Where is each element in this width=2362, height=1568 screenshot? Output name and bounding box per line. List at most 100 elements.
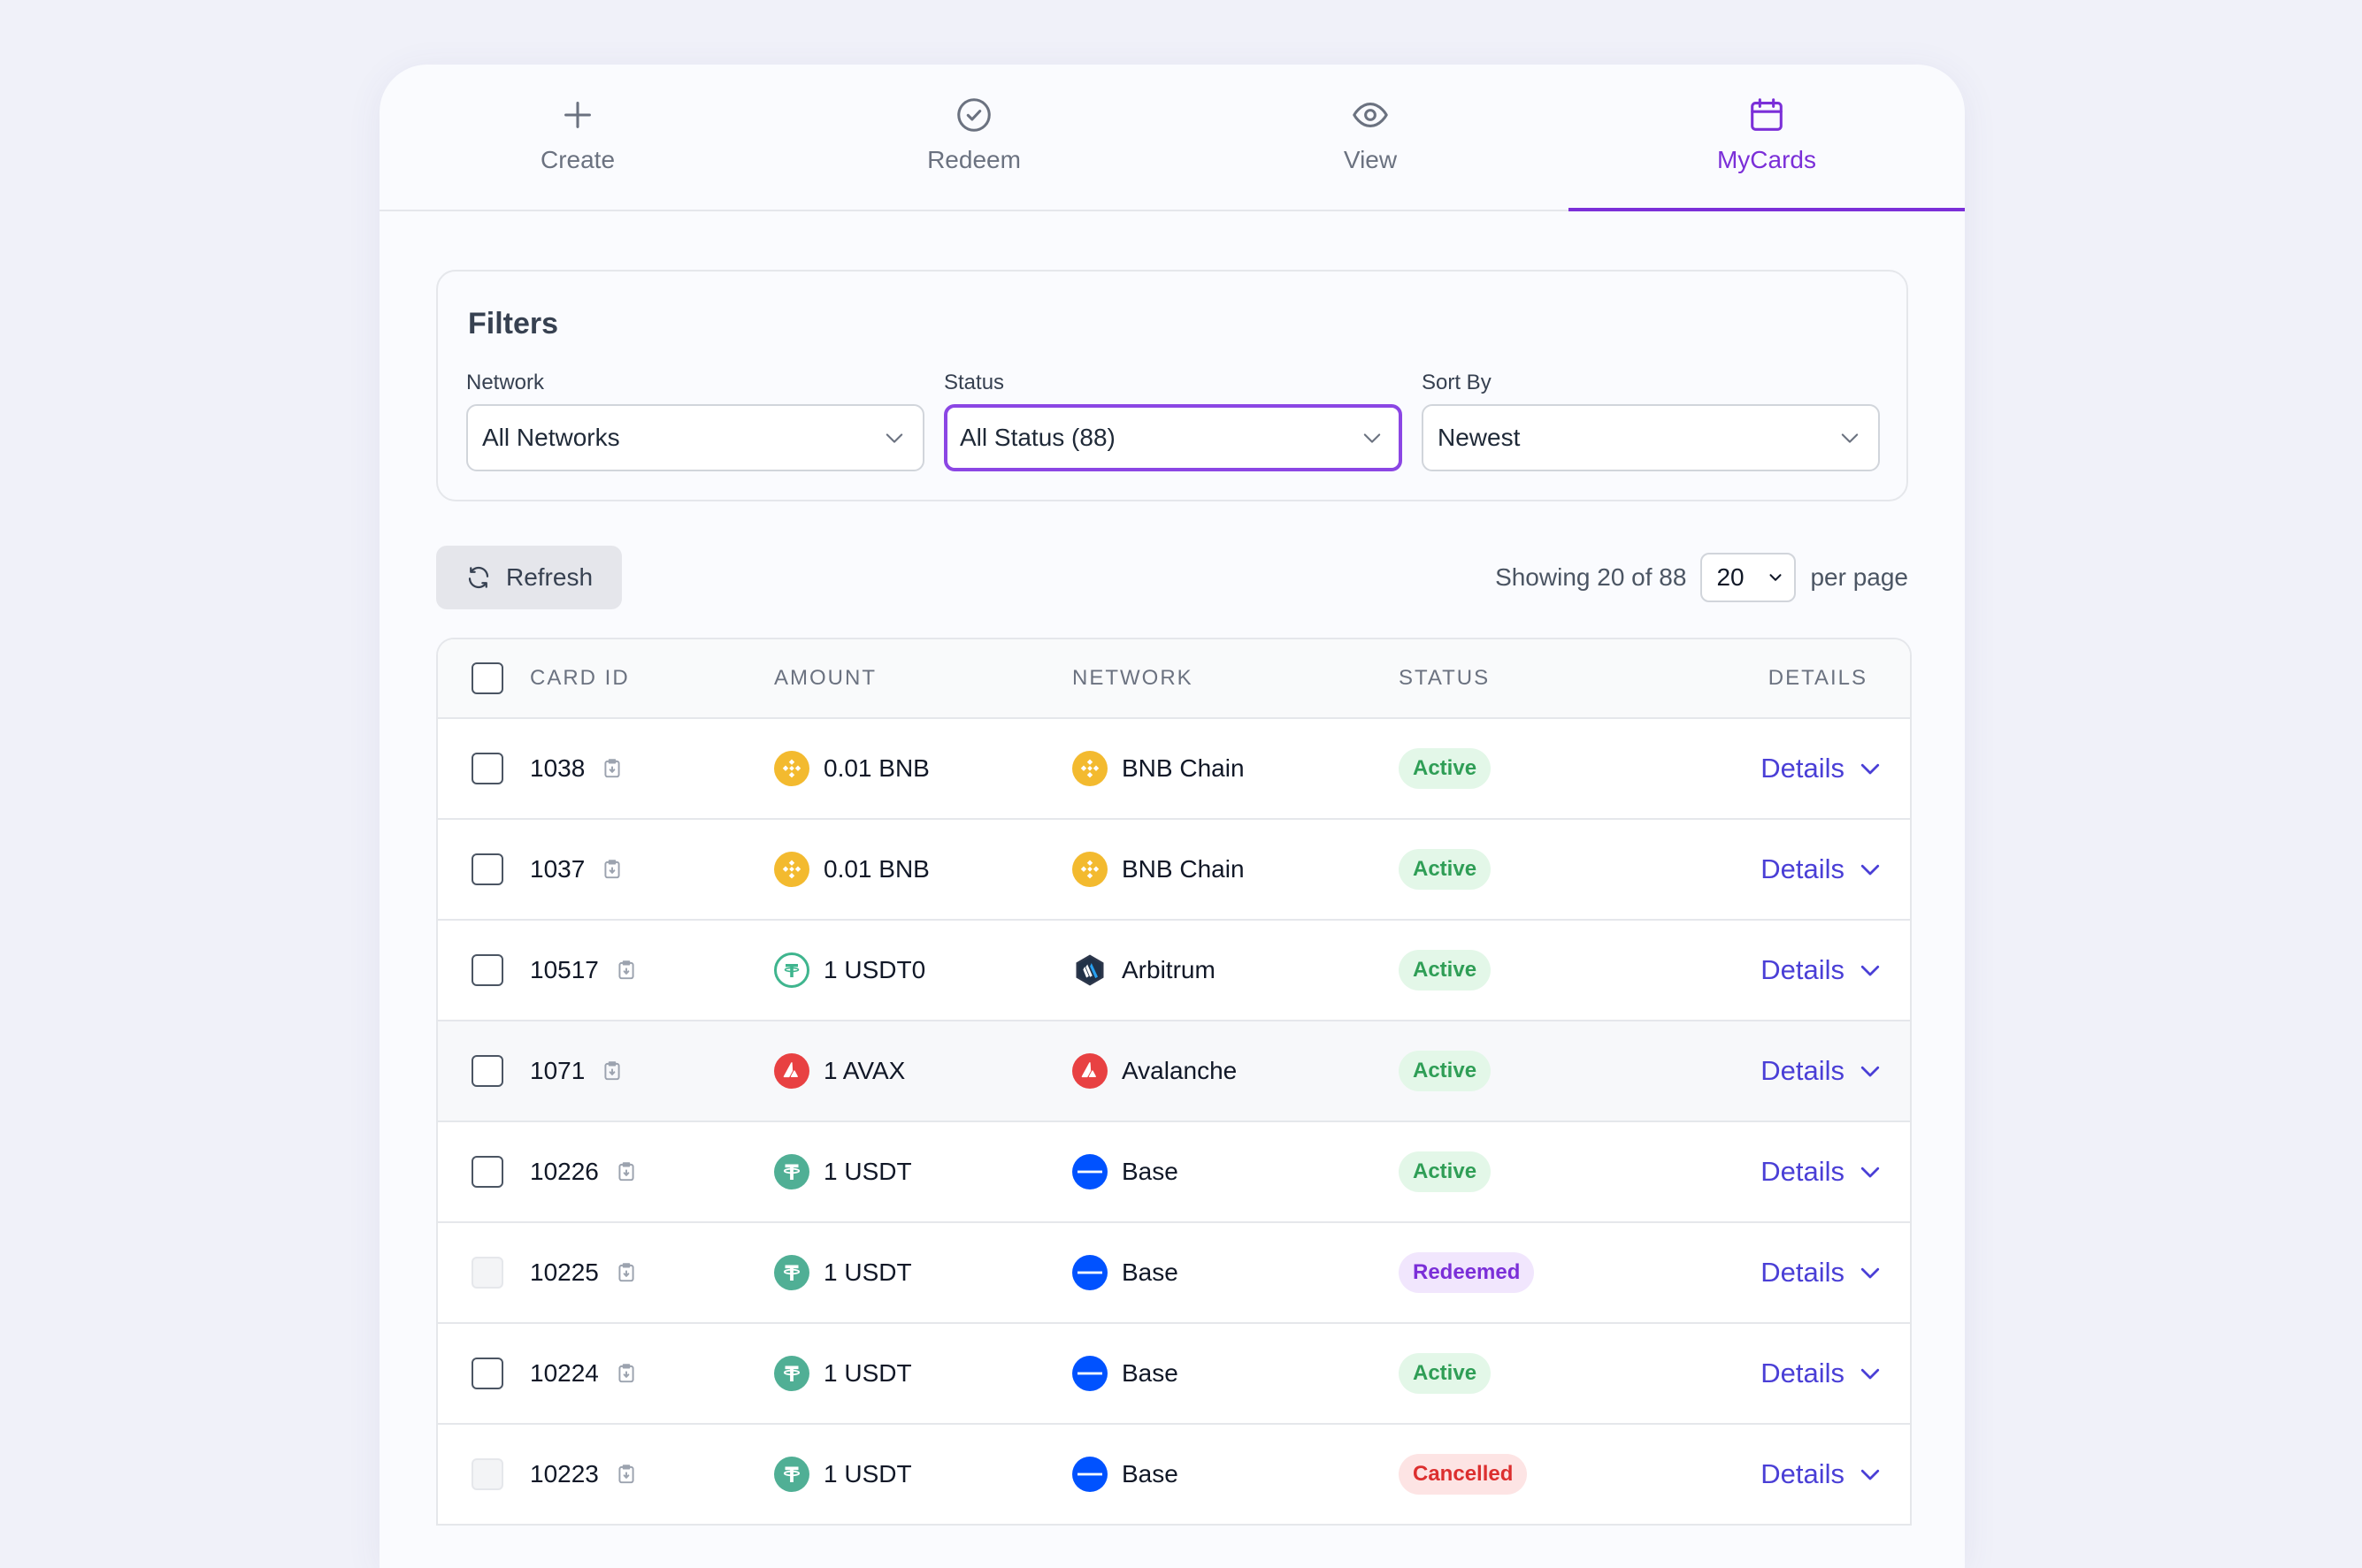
copy-icon[interactable] [615,959,638,982]
bnb-network-icon [1072,852,1108,887]
per-page-select[interactable]: 20 [1700,553,1797,602]
network-select[interactable]: All Networks [466,404,924,471]
row-checkbox[interactable] [472,1055,503,1087]
copy-icon[interactable] [601,757,624,780]
status-badge: Active [1399,1151,1492,1192]
details-toggle[interactable]: Details [1760,954,1883,986]
chevron-down-icon [886,433,903,443]
table-row: 1037 0.01 BNB BNB Chain Active Details [438,820,1910,921]
per-page-value: 20 [1716,563,1745,591]
base-network-icon [1072,1457,1108,1492]
card-id: 1037 [530,855,586,883]
copy-icon[interactable] [615,1463,638,1486]
network-select-value: All Networks [482,424,620,451]
status-badge: Active [1399,1051,1492,1091]
usdt-token-icon [774,1457,809,1492]
details-label: Details [1760,1458,1844,1489]
row-checkbox [472,1458,503,1490]
status-badge: Cancelled [1399,1454,1528,1495]
table-row: 10224 1 USDT Base Active Details [438,1324,1910,1425]
tab-redeem[interactable]: Redeem [776,65,1172,210]
eye-icon [1350,95,1391,135]
card-amount: 0.01 BNB [824,754,930,782]
copy-icon[interactable] [601,1059,624,1082]
chevron-down-icon [1857,1461,1883,1488]
per-page-label: per page [1810,563,1908,591]
copy-icon[interactable] [601,858,624,881]
usdt-token-icon [774,1255,809,1290]
sort-select-value: Newest [1438,424,1521,451]
details-toggle[interactable]: Details [1760,853,1883,885]
tab-bar: Create Redeem View MyCards [380,65,1965,211]
card-network: Base [1122,1460,1178,1488]
sort-select[interactable]: Newest [1422,404,1880,471]
card-network: Base [1122,1158,1178,1185]
status-badge: Active [1399,849,1492,890]
check-circle-icon [954,95,994,135]
header-network: NETWORK [1072,666,1193,690]
chevron-down-icon [1857,755,1883,782]
showing-count: Showing 20 of 88 [1495,563,1687,591]
row-checkbox[interactable] [472,1156,503,1188]
calendar-icon [1746,95,1787,135]
bnb-token-icon [774,852,809,887]
details-toggle[interactable]: Details [1760,1156,1883,1188]
tab-mycards[interactable]: MyCards [1568,65,1965,211]
usdt0-token-icon [774,952,809,988]
header-details: DETAILS [1768,666,1867,690]
base-network-icon [1072,1255,1108,1290]
chevron-down-icon [1857,1360,1883,1387]
details-toggle[interactable]: Details [1760,1358,1883,1389]
table-row: 1038 0.01 BNB BNB Chain Active Details [438,719,1910,820]
tab-view[interactable]: View [1172,65,1568,210]
details-toggle[interactable]: Details [1760,753,1883,784]
card-id: 10226 [530,1158,599,1185]
card-amount: 1 USDT [824,1158,912,1185]
card-amount: 1 AVAX [824,1057,906,1084]
details-toggle[interactable]: Details [1760,1055,1883,1087]
table-row: 10225 1 USDT Base Redeemed Details [438,1223,1910,1324]
tab-label: View [1343,146,1398,173]
row-checkbox[interactable] [472,753,503,784]
card-amount: 1 USDT [824,1359,912,1387]
avax-token-icon [774,1053,809,1089]
details-toggle[interactable]: Details [1760,1458,1883,1490]
usdt-token-icon [774,1154,809,1189]
row-checkbox[interactable] [472,1358,503,1389]
card-amount: 1 USDT [824,1460,912,1488]
copy-icon[interactable] [615,1160,638,1183]
tab-create[interactable]: Create [380,65,776,210]
status-badge: Active [1399,1353,1492,1394]
status-badge: Active [1399,950,1492,991]
card-amount: 1 USDT0 [824,956,926,983]
chevron-down-icon [1857,856,1883,883]
row-checkbox[interactable] [472,954,503,986]
status-badge: Redeemed [1399,1252,1535,1293]
chevron-down-icon [1857,1159,1883,1185]
row-checkbox[interactable] [472,853,503,885]
details-label: Details [1760,954,1844,985]
avax-network-icon [1072,1053,1108,1089]
tab-label: Create [540,146,616,173]
card-amount: 1 USDT [824,1258,912,1286]
base-network-icon [1072,1356,1108,1391]
details-label: Details [1760,1257,1844,1288]
bnb-token-icon [774,751,809,786]
table-row: 10223 1 USDT Base Cancelled Details [438,1425,1910,1526]
card-network: Avalanche [1122,1057,1238,1084]
header-card-id: CARD ID [530,666,630,690]
bnb-network-icon [1072,751,1108,786]
details-label: Details [1760,1156,1844,1187]
refresh-icon [468,566,489,589]
cards-table: CARD ID AMOUNT NETWORK STATUS DETAILS 10… [436,638,1912,1526]
status-filter: Status All Status (88) [944,371,1402,471]
table-header: CARD ID AMOUNT NETWORK STATUS DETAILS [438,639,1910,719]
status-select[interactable]: All Status (88) [944,404,1402,471]
refresh-button[interactable]: Refresh [436,546,622,609]
copy-icon[interactable] [615,1261,638,1284]
chevron-down-icon [1857,1259,1883,1286]
select-all-checkbox[interactable] [472,662,503,694]
copy-icon[interactable] [615,1362,638,1385]
chevron-down-icon [1857,1058,1883,1084]
details-toggle[interactable]: Details [1760,1257,1883,1289]
